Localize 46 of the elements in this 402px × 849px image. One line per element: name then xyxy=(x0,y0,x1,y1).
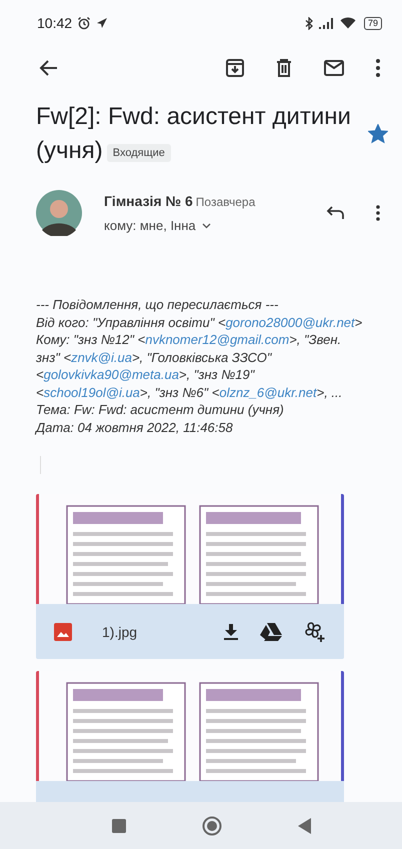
avatar xyxy=(36,190,82,236)
recents-icon[interactable] xyxy=(112,818,126,832)
battery-indicator: 79 xyxy=(364,16,382,30)
header-line: --- Повідомлення, що пересилається --- xyxy=(36,296,280,314)
archive-icon[interactable] xyxy=(226,59,244,77)
more-icon[interactable] xyxy=(376,205,380,221)
header-line: <golovkivka90@meta.ua>, "знз №19" xyxy=(36,366,256,384)
email-link[interactable]: olznz_6@ukr.net xyxy=(219,384,317,400)
recipients-toggle[interactable]: кому: мне, Інна xyxy=(104,218,316,233)
more-icon[interactable] xyxy=(376,59,380,77)
email-subject: (учня) xyxy=(36,136,103,166)
header-line: Кому: "знз №12" <nvknomer12@gmail.com>, "Звен. xyxy=(36,331,342,348)
header-line: Від кого: "Управління освіти" <gorono28000@ukr.net> xyxy=(36,314,364,331)
back-icon[interactable] xyxy=(298,818,310,834)
signal-icon xyxy=(318,18,335,28)
attachment-bar[interactable]: 1).jpg xyxy=(36,604,344,659)
home-icon[interactable] xyxy=(202,816,222,836)
chevron-down-icon xyxy=(202,222,211,228)
sent-date: Позавчера xyxy=(196,195,256,209)
image-file-icon xyxy=(54,622,72,640)
header-line: <school19ol@i.ua>, "знз №6" <olznz_6@ukr.net>, ... xyxy=(36,384,344,401)
header-line: Дата: 04 жовтня 2022, 11:46:58 xyxy=(36,418,234,436)
bluetooth-icon xyxy=(304,16,314,30)
back-arrow-icon[interactable] xyxy=(38,59,58,77)
email-link[interactable]: golovkivka90@meta.ua xyxy=(44,367,179,382)
download-icon[interactable] xyxy=(224,624,238,640)
send-icon xyxy=(96,17,108,29)
inbox-label[interactable]: Входящие xyxy=(106,144,171,162)
email-link[interactable]: gorono28000@ukr.net xyxy=(226,314,355,330)
alarm-icon xyxy=(77,16,92,30)
trash-icon[interactable] xyxy=(276,59,292,77)
add-photo-icon[interactable] xyxy=(304,620,326,642)
star-icon[interactable] xyxy=(368,124,388,144)
mail-icon[interactable] xyxy=(324,60,344,76)
email-link[interactable]: nvknomer12@gmail.com xyxy=(145,332,290,347)
sender-name: Гімназія № 6 xyxy=(104,193,193,209)
email-link[interactable]: school19ol@i.ua xyxy=(44,384,140,400)
reply-icon[interactable] xyxy=(326,206,344,220)
header-line: знз" <znvk@i.ua>, "Головківська ЗЗСО" xyxy=(36,348,273,366)
status-time: 10:42 xyxy=(37,15,72,31)
header-line: Тема: Fw: Fwd: асистент дитини (учня) xyxy=(36,401,285,418)
attachment-name: 1).jpg xyxy=(102,624,138,640)
drive-icon[interactable] xyxy=(260,622,282,640)
wifi-icon xyxy=(340,17,356,29)
email-subject: Fw[2]: Fwd: асистент дитини xyxy=(36,102,351,132)
email-link[interactable]: znvk@i.ua xyxy=(71,350,132,364)
